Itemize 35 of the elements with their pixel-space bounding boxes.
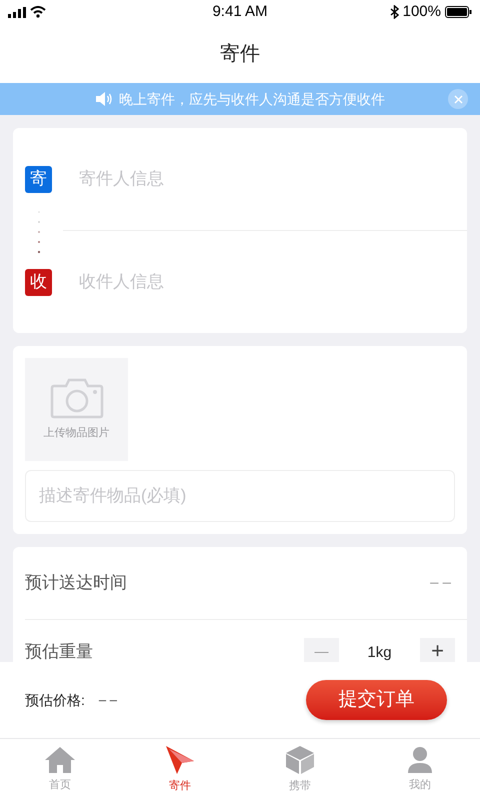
speaker-icon <box>95 92 113 106</box>
address-field[interactable]: 寄件人信息 <box>79 159 467 199</box>
increase-button[interactable]: + <box>420 638 455 662</box>
battery-icon <box>444 6 472 18</box>
tab-bar-item[interactable]: 首页 <box>0 739 120 800</box>
address-badge: 收 <box>25 268 52 296</box>
price-value: – – <box>98 691 117 710</box>
eta-label: 预计送达时间 <box>25 572 127 594</box>
paper-plane-icon <box>165 744 195 775</box>
description-field[interactable]: 描述寄件物品(必填) <box>25 470 455 522</box>
submit-order-button[interactable]: 提交订单 <box>306 680 447 720</box>
person-icon <box>406 746 434 774</box>
decrease-button[interactable]: — <box>304 638 339 662</box>
tab-bar-item[interactable]: 携带 <box>240 739 360 800</box>
battery-percent: 100% <box>402 2 441 22</box>
price-label: 预估价格: <box>25 690 85 710</box>
eta-value: – – <box>430 572 451 593</box>
wifi-icon <box>30 6 46 18</box>
weight-value: 1kg <box>366 643 393 662</box>
close-icon <box>454 94 462 104</box>
address-field[interactable]: 收件人信息 <box>79 262 467 302</box>
signal-icon <box>8 6 26 18</box>
close-button[interactable] <box>448 89 468 109</box>
tab-bar-item[interactable]: 我的 <box>360 739 480 800</box>
house-icon <box>44 746 76 774</box>
tab-bar-item[interactable]: 寄件 <box>120 739 240 800</box>
camera-icon <box>50 377 104 420</box>
box-icon <box>285 744 315 775</box>
page-title: 寄件 <box>220 42 260 66</box>
notice-text: 晚上寄件，应先与收件人沟通是否方便收件 <box>119 90 385 108</box>
address-badge: 寄 <box>25 166 52 192</box>
clock-time: 9:41 AM <box>212 2 268 22</box>
weight-label: 预估重量 <box>25 642 93 662</box>
bluetooth-icon <box>390 5 399 19</box>
photo-upload-button[interactable]: 上传物品图片 <box>25 358 128 461</box>
